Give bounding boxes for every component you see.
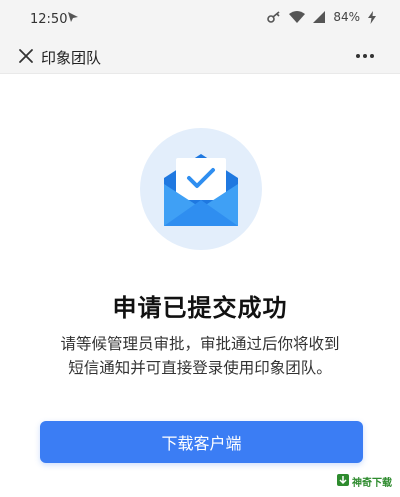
main-content: 申请已提交成功 请等候管理员审批，审批通过后你将收到 短信通知并可直接登录使用印… (0, 74, 400, 497)
approval-message: 请等候管理员审批，审批通过后你将收到 短信通知并可直接登录使用印象团队。 (40, 332, 360, 380)
key-icon (267, 11, 281, 23)
watermark-text: 神奇下载 (352, 478, 392, 489)
charging-icon (368, 10, 376, 24)
status-time: 12:50 (30, 12, 68, 27)
more-icon[interactable] (354, 48, 376, 64)
envelope-check-icon (140, 128, 262, 250)
wifi-icon (289, 11, 306, 23)
cast-icon (67, 11, 79, 27)
page-title: 印象团队 (41, 49, 102, 67)
battery-text: 84% (333, 10, 360, 24)
status-bar: 12:50 84% (0, 0, 400, 40)
download-client-button[interactable]: 下载客户端 (40, 421, 363, 463)
nav-bar: 印象团队 (0, 40, 400, 74)
close-icon[interactable] (17, 47, 35, 65)
watermark: 神奇下载 (337, 474, 392, 489)
success-headline: 申请已提交成功 (112, 294, 288, 322)
watermark-logo-icon (337, 474, 349, 489)
message-line-2: 短信通知并可直接登录使用印象团队。 (68, 359, 332, 377)
signal-icon (313, 11, 326, 23)
status-right-group: 84% (267, 10, 376, 24)
message-line-1: 请等候管理员审批，审批通过后你将收到 (60, 335, 340, 353)
